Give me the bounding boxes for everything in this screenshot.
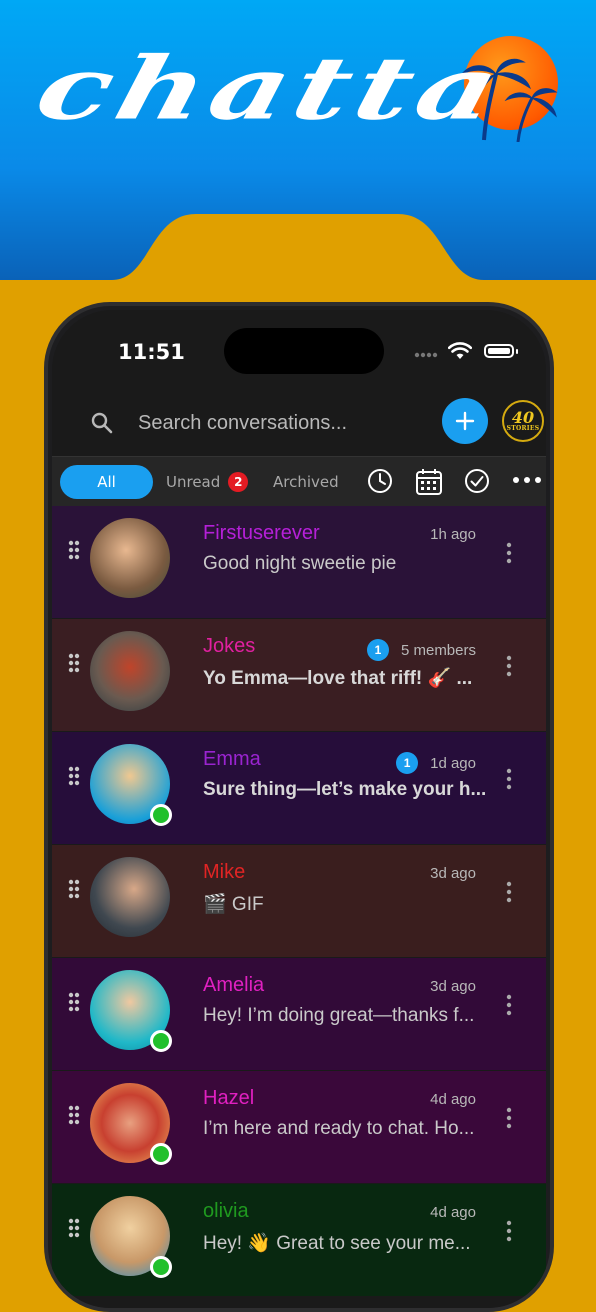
- conversation-row[interactable]: Firstuserever 1h ago Good night sweetie pi…: [52, 506, 546, 618]
- search-input[interactable]: [138, 405, 408, 441]
- conversation-meta: 1h ago: [430, 526, 476, 543]
- conversation-name: Mike: [203, 861, 246, 883]
- clock-icon[interactable]: [367, 468, 393, 494]
- conversation-name: Hazel: [203, 1087, 255, 1109]
- dynamic-island: [224, 328, 384, 374]
- unread-badge: 1: [396, 752, 419, 774]
- conversation-name: Jokes: [203, 635, 256, 657]
- conversation-name: Firstuserever: [203, 522, 320, 544]
- new-conversation-button[interactable]: [442, 398, 488, 444]
- wifi-icon: [448, 342, 472, 359]
- row-more-icon[interactable]: [506, 1220, 512, 1242]
- conversation-meta: 1 1d ago: [396, 752, 476, 774]
- message-preview: Hey! 👋 Great to see your me...: [203, 1233, 471, 1254]
- conversation-time: 1h ago: [430, 526, 476, 543]
- stories-number: 40: [511, 407, 535, 427]
- tab-archived[interactable]: Archived: [273, 465, 339, 499]
- filter-tabs: All Unread 2 Archived: [52, 456, 546, 508]
- message-preview: Yo Emma—love that riff! 🎸 ...: [203, 668, 473, 689]
- calendar-icon[interactable]: [415, 468, 443, 496]
- conversation-name: olivia: [203, 1200, 249, 1222]
- message-preview: I’m here and ready to chat. Ho...: [203, 1118, 475, 1139]
- conversation-name: Emma: [203, 748, 261, 770]
- conversation-row[interactable]: olivia 4d ago Hey! 👋 Great to see your me.…: [52, 1184, 546, 1296]
- tab-unread[interactable]: Unread 2: [166, 465, 249, 499]
- unread-count-badge: 2: [228, 472, 249, 492]
- conversation-row[interactable]: Hazel 4d ago I’m here and ready to chat. H…: [52, 1071, 546, 1183]
- conversation-row[interactable]: Mike 3d ago 🎬 GIF: [52, 845, 546, 957]
- avatar[interactable]: [90, 857, 170, 937]
- avatar[interactable]: [90, 631, 170, 711]
- row-more-icon[interactable]: [506, 768, 512, 790]
- drag-handle-icon[interactable]: [68, 540, 80, 560]
- online-indicator: [150, 1030, 172, 1052]
- phone-frame: 11:51 Search conversations... 40 STORIES…: [44, 302, 554, 1312]
- online-indicator: [150, 1143, 172, 1165]
- conversation-meta: 3d ago: [430, 978, 476, 995]
- unread-badge: 1: [366, 639, 389, 661]
- conversation-time: 1d ago: [430, 754, 476, 772]
- conversation-meta: 4d ago: [430, 1204, 476, 1221]
- drag-handle-icon[interactable]: [68, 879, 80, 899]
- stories-button[interactable]: 40 STORIES: [502, 400, 544, 442]
- drag-handle-icon[interactable]: [68, 766, 80, 786]
- stories-label: STORIES: [506, 424, 540, 432]
- conversation-time: 5 members: [400, 641, 476, 659]
- phone-screen: 11:51 Search conversations... 40 STORIES…: [52, 310, 546, 1308]
- conversation-row[interactable]: Amelia 3d ago Hey! I’m doing great—thanks …: [52, 958, 546, 1070]
- tab-unread-label: Unread: [166, 473, 221, 491]
- plus-icon: [455, 411, 475, 431]
- status-time: 11:51: [118, 340, 185, 364]
- row-more-icon[interactable]: [506, 1107, 512, 1129]
- drag-handle-icon[interactable]: [68, 1105, 80, 1125]
- message-preview: 🎬 GIF: [203, 894, 264, 915]
- app-logo: chatta: [26, 38, 515, 140]
- online-indicator: [150, 804, 172, 826]
- online-indicator: [150, 1256, 172, 1278]
- search-icon: [91, 412, 113, 434]
- more-options-icon[interactable]: [512, 476, 542, 484]
- conversation-row[interactable]: Emma 1 1d ago Sure thing—let’s make your h.…: [52, 732, 546, 844]
- row-more-icon[interactable]: [506, 881, 512, 903]
- search-bar: 40 STORIES: [52, 390, 546, 458]
- conversation-row[interactable]: Jokes 1 5 members Yo Emma—love that riff! 🎸…: [52, 619, 546, 731]
- battery-cap-icon: [516, 349, 518, 354]
- conversation-time: 3d ago: [430, 978, 476, 995]
- drag-handle-icon[interactable]: [68, 653, 80, 673]
- conversation-time: 3d ago: [430, 865, 476, 882]
- message-preview: Hey! I’m doing great—thanks f...: [203, 1005, 475, 1026]
- row-more-icon[interactable]: [506, 994, 512, 1016]
- cellular-signal-icon: [414, 352, 438, 358]
- drag-handle-icon[interactable]: [68, 992, 80, 1012]
- battery-icon: [484, 344, 514, 358]
- tab-all[interactable]: All: [60, 465, 153, 499]
- status-bar: 11:51: [52, 310, 546, 390]
- conversation-time: 4d ago: [430, 1091, 476, 1108]
- message-preview: Sure thing—let’s make your h...: [203, 779, 487, 800]
- conversation-meta: 3d ago: [430, 865, 476, 882]
- drag-handle-icon[interactable]: [68, 1218, 80, 1238]
- message-preview: Good night sweetie pie: [203, 553, 397, 574]
- avatar[interactable]: [90, 518, 170, 598]
- row-more-icon[interactable]: [506, 542, 512, 564]
- conversation-time: 4d ago: [430, 1204, 476, 1221]
- conversation-meta: 1 5 members: [366, 639, 476, 661]
- check-circle-icon[interactable]: [464, 468, 490, 494]
- row-more-icon[interactable]: [506, 655, 512, 677]
- conversation-meta: 4d ago: [430, 1091, 476, 1108]
- conversation-name: Amelia: [203, 974, 265, 996]
